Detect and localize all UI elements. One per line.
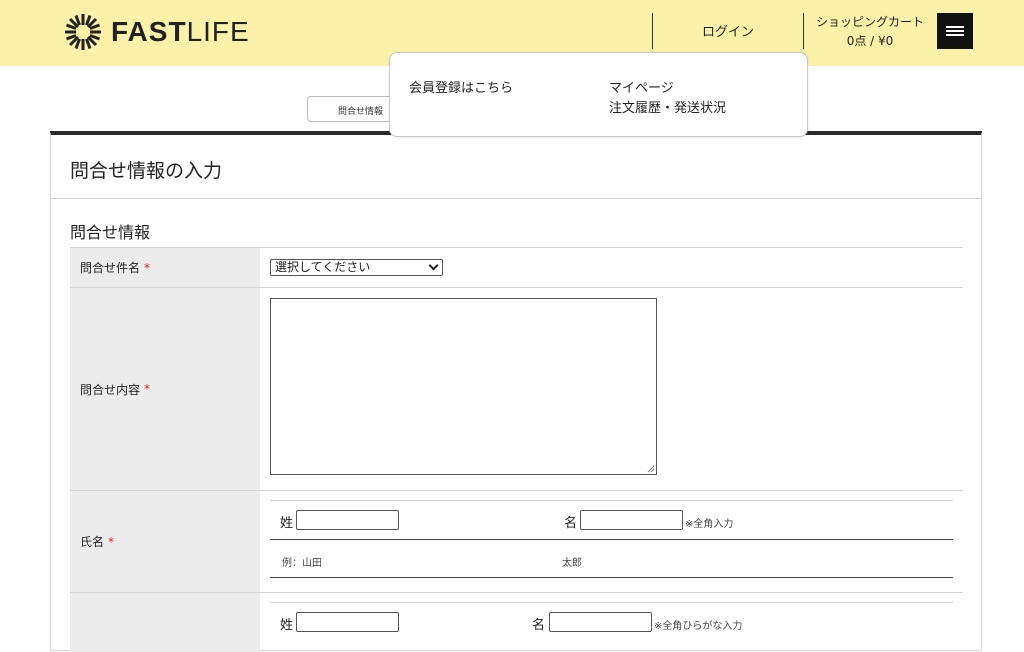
required-mark: * <box>108 534 115 549</box>
form-row-kana: 姓 名 ※全角ひらがな入力 <box>70 592 963 652</box>
kana-fields: 姓 名 ※全角ひらがな入力 <box>270 602 953 652</box>
page-title: 問合せ情報の入力 <box>70 160 223 182</box>
last-name-example: 例：山田 <box>282 558 322 569</box>
cart-summary: 0点 / ¥0 <box>846 34 894 48</box>
logo-wordmark: FASTLIFE <box>111 16 250 47</box>
first-name-example: 太郎 <box>562 558 582 569</box>
hamburger-icon <box>946 30 964 32</box>
account-dropdown: 会員登録はこちら マイページ 注文履歴・発送状況 <box>389 52 808 137</box>
hamburger-menu-button[interactable] <box>937 13 973 49</box>
header-divider <box>803 13 804 49</box>
login-link[interactable]: ログイン <box>653 21 803 40</box>
divider <box>270 539 953 540</box>
section-title: 問合せ情報 <box>70 223 151 242</box>
form-row-subject: 問合せ件名 * 選択してください <box>70 247 963 287</box>
sunburst-logo-icon <box>65 14 101 50</box>
content-label: 問合せ内容 * <box>70 288 260 490</box>
hamburger-icon <box>946 26 964 28</box>
kana-label <box>70 593 260 652</box>
resize-handle-icon[interactable] <box>647 465 655 473</box>
mypage-link[interactable]: マイページ <box>609 77 674 96</box>
form-row-content: 問合せ内容 * <box>70 287 963 490</box>
name-label: 氏名 * <box>70 491 260 592</box>
divider <box>51 198 981 199</box>
divider <box>270 577 953 578</box>
first-name-kana-label: 名 <box>532 618 546 633</box>
form-panel: 問合せ情報の入力 問合せ情報 問合せ件名* 選択してください 問合せ内容* <box>50 131 982 652</box>
hiragana-note: ※全角ひらがな入力 <box>654 621 743 632</box>
first-name-label: 名 <box>564 516 578 531</box>
divider <box>270 500 953 501</box>
required-mark: * <box>144 260 151 275</box>
form-row-name: 氏名 * 姓 名 ※全角入力 例：山田 太郎 <box>70 490 963 592</box>
divider <box>270 602 953 603</box>
cart-title: ショッピングカート <box>815 15 924 29</box>
name-fields: 姓 名 ※全角入力 例：山田 太郎 <box>270 500 953 580</box>
fullwidth-note: ※全角入力 <box>685 519 734 530</box>
subject-select[interactable]: 選択してください <box>270 259 443 276</box>
chevron-down-icon <box>428 260 439 271</box>
last-name-kana-input[interactable] <box>296 612 399 632</box>
order-history-link[interactable]: 注文履歴・発送状況 <box>609 97 726 116</box>
last-name-label: 姓 <box>280 516 294 531</box>
last-name-kana-label: 姓 <box>280 618 294 633</box>
required-mark: * <box>144 382 151 396</box>
site-logo[interactable]: FASTLIFE <box>63 12 250 52</box>
hamburger-icon <box>946 34 964 36</box>
subject-label: 問合せ件名 * <box>70 248 260 287</box>
member-register-link[interactable]: 会員登録はこちら <box>409 77 513 96</box>
shopping-cart-link[interactable]: ショッピングカート 0点 / ¥0 <box>806 13 934 51</box>
last-name-input[interactable] <box>296 510 399 530</box>
content-textarea[interactable] <box>270 298 657 475</box>
first-name-kana-input[interactable] <box>549 612 652 632</box>
first-name-input[interactable] <box>580 510 683 530</box>
